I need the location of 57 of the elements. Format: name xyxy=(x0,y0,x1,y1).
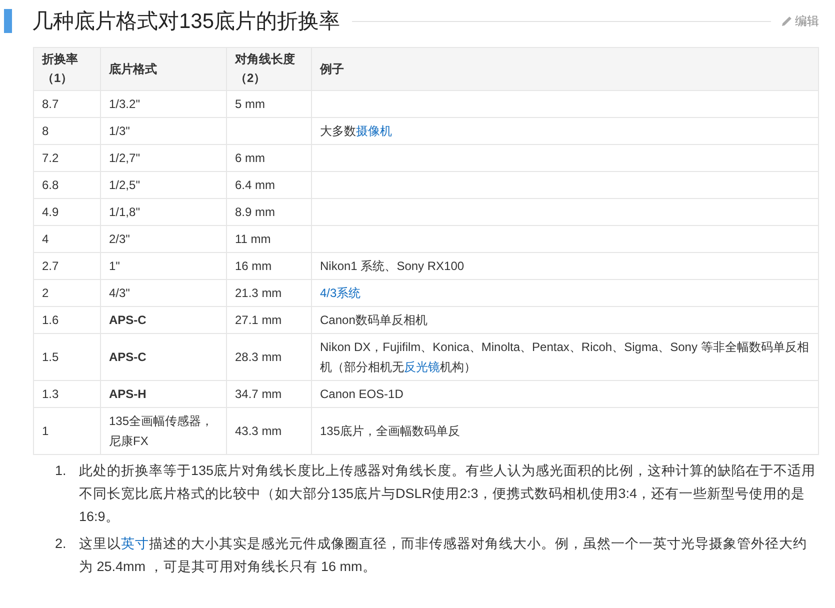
table-cell: 1/2,7" xyxy=(100,144,226,172)
table-cell: 7.2 xyxy=(34,144,100,172)
table-cell: 6 mm xyxy=(226,144,312,172)
table-cell: 1" xyxy=(100,252,226,280)
table-cell: APS-C xyxy=(100,334,226,380)
table-cell: 6.8 xyxy=(34,172,100,198)
note-number: 1. xyxy=(55,462,68,480)
table-cell: 5 mm xyxy=(226,90,312,118)
table-cell: 1.5 xyxy=(34,334,100,380)
table-cell: APS-C xyxy=(100,306,226,334)
table-cell: 1.6 xyxy=(34,306,100,334)
footnote-text: 此处的折换率等于135底片对角线长度比上传感器对角线长度。有些人认为感光面积的比例，这种计算的缺陷在于不适用不同长宽比底片格式的比较中（如大部分135底片与DSLR使用2:3，便携式数码相机使用3:4，还有一些新型号使用的是16:9。 xyxy=(79,462,817,526)
table-cell: 135全画幅传感器，尼康FX xyxy=(100,408,226,454)
table-cell: 1 xyxy=(34,408,100,454)
table-cell: 4 xyxy=(34,226,100,252)
table-cell: 135底片，全画幅数码单反 xyxy=(312,408,818,454)
pencil-icon xyxy=(781,15,793,27)
column-header: 例子 xyxy=(312,48,818,90)
section-title: 几种底片格式对135底片的折换率 xyxy=(32,9,340,35)
table-cell: 1/3.2" xyxy=(100,90,226,118)
table-cell: Canon EOS-1D xyxy=(312,380,818,408)
table-cell: 2.7 xyxy=(34,252,100,280)
column-header: 底片格式 xyxy=(100,48,226,90)
table-cell: 43.3 mm xyxy=(226,408,312,454)
table-cell: 1/2,5" xyxy=(100,172,226,198)
note-number: 2. xyxy=(55,535,68,553)
table-cell: 2 xyxy=(34,280,100,306)
table-cell: 1/1,8" xyxy=(100,198,226,226)
table-cell: 11 mm xyxy=(226,226,312,252)
heading-marker xyxy=(4,9,12,33)
table-cell: 8.7 xyxy=(34,90,100,118)
table-cell: 大多数摄像机 xyxy=(312,118,818,144)
table-cell: 21.3 mm xyxy=(226,280,312,306)
footnote-text: 这里以英寸描述的大小其实是感光元件成像圈直径，而非传感器对角线大小。例，虽然一个一英寸光导摄象管外径大约为 25.4mm ，可是其可用对角线长只有 16 mm。 xyxy=(79,535,808,576)
table-cell: 1.3 xyxy=(34,380,100,408)
table-cell: 8 xyxy=(34,118,100,144)
link[interactable]: 反光镜 xyxy=(404,360,440,374)
table-cell: 34.7 mm xyxy=(226,380,312,408)
table-cell: 2/3" xyxy=(100,226,226,252)
table-cell: 1/3" xyxy=(100,118,226,144)
table-cell: 6.4 mm xyxy=(226,172,312,198)
edit-link[interactable]: 编辑 xyxy=(781,12,819,30)
link[interactable]: 英寸 xyxy=(121,536,149,551)
table-cell: 16 mm xyxy=(226,252,312,280)
table-cell: APS-H xyxy=(100,380,226,408)
table-cell: 27.1 mm xyxy=(226,306,312,334)
table-cell: Nikon1 系统、Sony RX100 xyxy=(312,252,818,280)
column-header: 折换率（1） xyxy=(34,48,100,90)
link[interactable]: 摄像机 xyxy=(356,124,392,138)
table-cell: 28.3 mm xyxy=(226,334,312,380)
table-cell: 8.9 mm xyxy=(226,198,312,226)
table-cell: 4/3" xyxy=(100,280,226,306)
table-cell: 4.9 xyxy=(34,198,100,226)
table-cell: Canon数码单反相机 xyxy=(312,306,818,334)
table-cell: Nikon DX，Fujifilm、Konica、Minolta、Pentax、Ricoh、Sigma、Sony 等非全幅数码单反相机（部分相机无反光镜机构） xyxy=(312,334,818,380)
link[interactable]: 4/3系统 xyxy=(320,286,361,300)
column-header: 对角线长度（2） xyxy=(226,48,312,90)
